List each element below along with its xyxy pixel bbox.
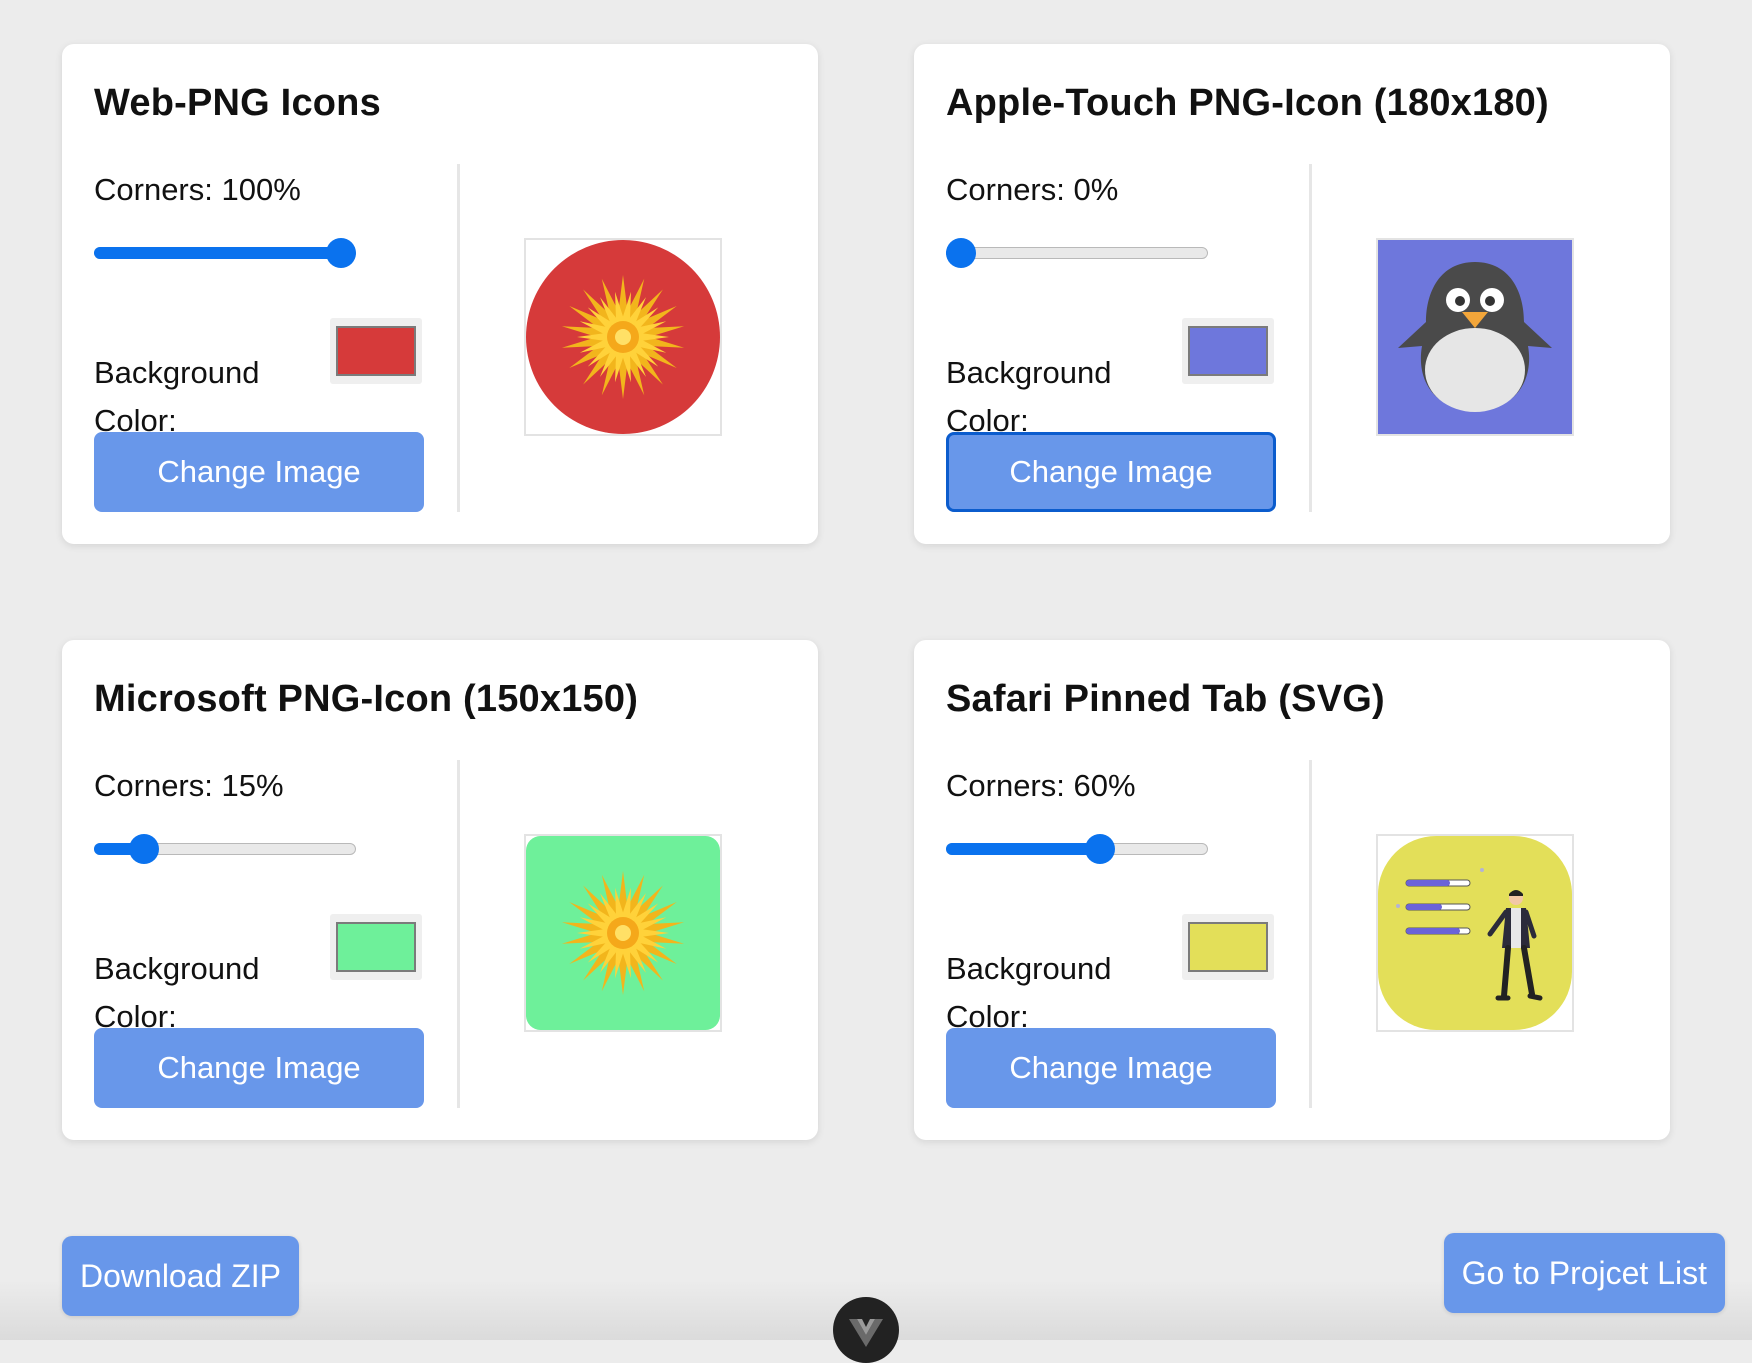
corners-label: Corners: 60%: [946, 768, 1136, 803]
color-swatch: [1188, 326, 1268, 376]
icon-preview-background: [526, 836, 720, 1030]
change-image-button[interactable]: Change Image: [94, 432, 424, 512]
background-color-picker[interactable]: [330, 318, 422, 384]
web-png-icons-card: Web-PNG Icons Corners: 100% Background C…: [62, 44, 818, 544]
color-swatch: [336, 326, 416, 376]
go-to-project-list-button[interactable]: Go to Projcet List: [1443, 1233, 1725, 1313]
vue-devtools-icon[interactable]: [833, 1297, 899, 1363]
safari-pinned-tab-card: Safari Pinned Tab (SVG) Corners: 60% Bac…: [914, 640, 1670, 1140]
corners-slider[interactable]: [94, 828, 356, 872]
divider: [1309, 164, 1312, 512]
background-color-picker[interactable]: [1182, 914, 1274, 980]
color-swatch: [1188, 922, 1268, 972]
apple-touch-icon-card: Apple-Touch PNG-Icon (180x180) Corners: …: [914, 44, 1670, 544]
download-zip-button[interactable]: Download ZIP: [62, 1236, 299, 1316]
slider-track: [946, 247, 1208, 259]
background-color-label-text: Background Color:: [94, 951, 260, 1034]
corners-slider[interactable]: [94, 232, 356, 276]
icon-preview-background: [1378, 240, 1572, 434]
background-color-label: Background Color:: [94, 945, 294, 1041]
slider-thumb[interactable]: [1085, 834, 1116, 864]
sun-icon: [561, 871, 685, 995]
sun-icon: [561, 275, 685, 399]
background-color-label: Background Color:: [94, 349, 294, 445]
icon-preview: [1376, 834, 1574, 1032]
slider-thumb[interactable]: [128, 834, 159, 864]
divider: [457, 164, 460, 512]
card-title: Apple-Touch PNG-Icon (180x180): [946, 82, 1549, 124]
slider-thumb[interactable]: [946, 238, 976, 268]
icon-preview-background: [526, 240, 720, 434]
background-color-label-text: Background Color:: [94, 355, 260, 438]
slider-fill: [94, 247, 341, 259]
microsoft-icon-card: Microsoft PNG-Icon (150x150) Corners: 15…: [62, 640, 818, 1140]
corners-slider[interactable]: [946, 828, 1208, 872]
divider: [457, 760, 460, 1108]
icon-preview: [524, 834, 722, 1032]
slider-fill: [946, 843, 1101, 855]
checklist-person-illustration: [1396, 868, 1543, 1001]
penguin-icon: [1398, 262, 1552, 412]
corners-label: Corners: 100%: [94, 172, 301, 207]
corners-label: Corners: 0%: [946, 172, 1119, 207]
change-image-button[interactable]: Change Image: [946, 1028, 1276, 1108]
icon-preview: [524, 238, 722, 436]
background-color-label-text: Background Color:: [946, 951, 1112, 1034]
card-title: Web-PNG Icons: [94, 82, 381, 124]
background-color-label: Background Color:: [946, 945, 1146, 1041]
card-title: Microsoft PNG-Icon (150x150): [94, 678, 639, 720]
corners-label: Corners: 15%: [94, 768, 284, 803]
card-title: Safari Pinned Tab (SVG): [946, 678, 1385, 720]
icon-preview: [1376, 238, 1574, 436]
divider: [1309, 760, 1312, 1108]
vue-logo-icon: [849, 1319, 883, 1347]
icon-preview-background: [1378, 836, 1572, 1030]
background-color-picker[interactable]: [1182, 318, 1274, 384]
corners-slider[interactable]: [946, 232, 1208, 276]
color-swatch: [336, 922, 416, 972]
change-image-button[interactable]: Change Image: [94, 1028, 424, 1108]
change-image-button[interactable]: Change Image: [946, 432, 1276, 512]
background-color-label: Background Color:: [946, 349, 1146, 445]
background-color-picker[interactable]: [330, 914, 422, 980]
background-color-label-text: Background Color:: [946, 355, 1112, 438]
slider-thumb[interactable]: [326, 238, 356, 268]
